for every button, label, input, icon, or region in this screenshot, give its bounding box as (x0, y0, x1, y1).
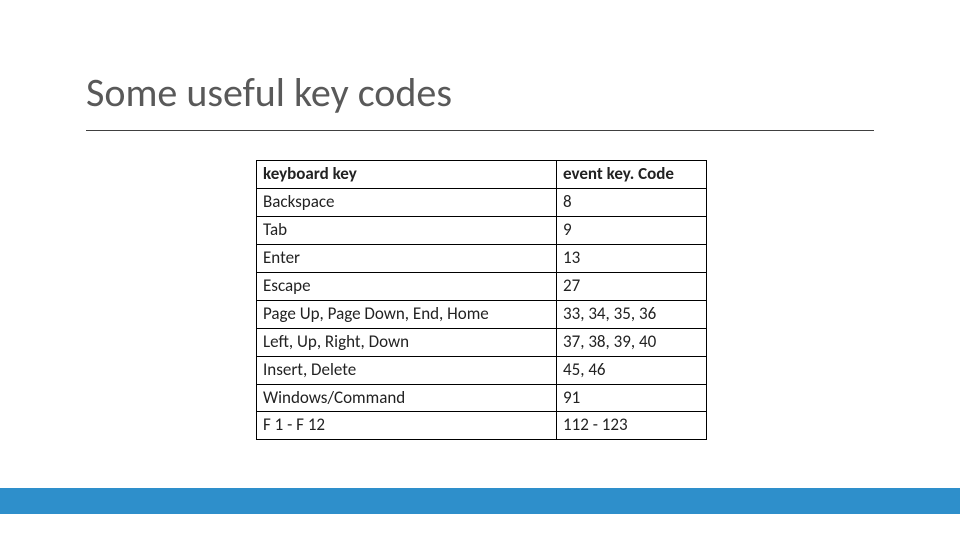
cell-code: 8 (557, 188, 707, 216)
table-row: Escape 27 (257, 272, 707, 300)
cell-key: Tab (257, 216, 557, 244)
cell-code: 27 (557, 272, 707, 300)
cell-key: Escape (257, 272, 557, 300)
cell-code: 33, 34, 35, 36 (557, 300, 707, 328)
header-event-keycode: event key. Code (557, 161, 707, 189)
table-row: Windows/Command 91 (257, 384, 707, 412)
cell-code: 91 (557, 384, 707, 412)
footer-accent-bar (0, 488, 960, 514)
page-title: Some useful key codes (86, 68, 452, 117)
cell-code: 37, 38, 39, 40 (557, 328, 707, 356)
cell-code: 13 (557, 244, 707, 272)
cell-key: Windows/Command (257, 384, 557, 412)
cell-key: Insert, Delete (257, 356, 557, 384)
table-row: Enter 13 (257, 244, 707, 272)
cell-key: Enter (257, 244, 557, 272)
cell-key: Page Up, Page Down, End, Home (257, 300, 557, 328)
table-row: Left, Up, Right, Down 37, 38, 39, 40 (257, 328, 707, 356)
cell-code: 9 (557, 216, 707, 244)
cell-key: Backspace (257, 188, 557, 216)
title-underline (86, 130, 874, 131)
table-row: Page Up, Page Down, End, Home 33, 34, 35… (257, 300, 707, 328)
table-row: Insert, Delete 45, 46 (257, 356, 707, 384)
slide: Some useful key codes keyboard key event… (0, 0, 960, 540)
table-row: Tab 9 (257, 216, 707, 244)
table-row: F 1 - F 12 112 - 123 (257, 412, 707, 440)
cell-key: F 1 - F 12 (257, 412, 557, 440)
cell-key: Left, Up, Right, Down (257, 328, 557, 356)
keycodes-table: keyboard key event key. Code Backspace 8… (256, 160, 707, 440)
table-header-row: keyboard key event key. Code (257, 161, 707, 189)
cell-code: 45, 46 (557, 356, 707, 384)
header-keyboard-key: keyboard key (257, 161, 557, 189)
table-row: Backspace 8 (257, 188, 707, 216)
cell-code: 112 - 123 (557, 412, 707, 440)
